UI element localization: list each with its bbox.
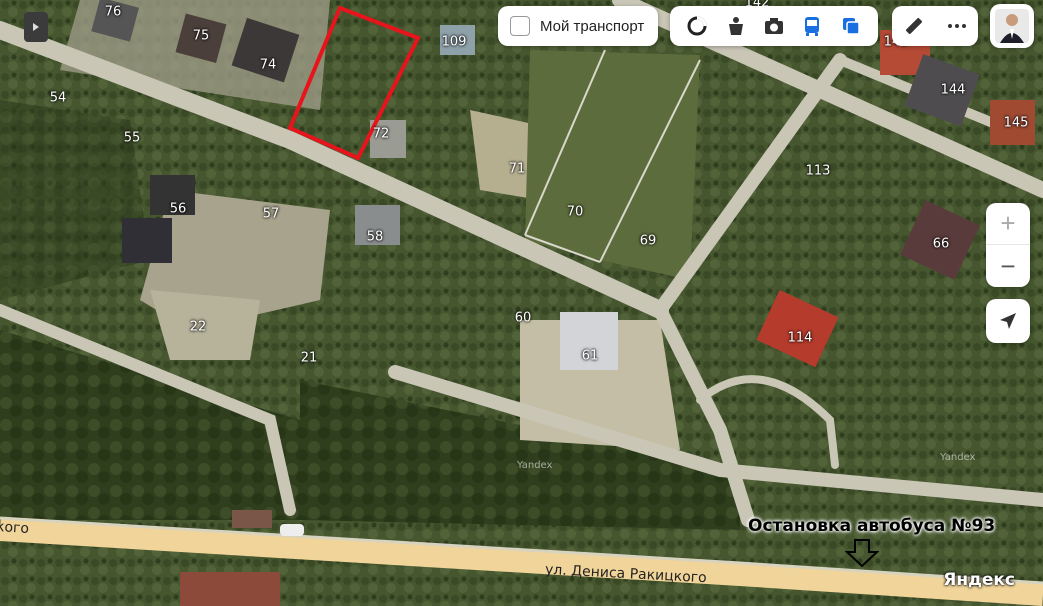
panel-toggle-icon <box>33 23 39 31</box>
yandex-logo: Яндекс <box>943 570 1015 590</box>
my-transport-checkbox[interactable] <box>510 16 530 36</box>
zoom-in-button[interactable]: + <box>986 203 1030 245</box>
zoom-control: + − <box>986 203 1030 287</box>
more-icon <box>947 24 966 28</box>
parcel-label-69: 69 <box>639 233 657 249</box>
arrow-down-icon <box>845 539 879 568</box>
parcel-label-114: 114 <box>787 330 813 346</box>
traffic-layer-button[interactable] <box>683 12 711 40</box>
parcel-label-70: 70 <box>566 204 584 220</box>
parcel-label-56: 56 <box>169 201 187 217</box>
bus-stop-annotation: Остановка автобуса №93 <box>748 516 996 536</box>
my-transport-toggle[interactable]: Мой транспорт <box>498 6 658 46</box>
user-avatar[interactable] <box>990 4 1034 48</box>
parcel-label-72: 72 <box>372 126 390 142</box>
my-transport-label: Мой транспорт <box>540 17 645 35</box>
locate-button[interactable] <box>986 299 1030 343</box>
parcel-label-74: 74 <box>259 57 277 73</box>
street-label-partial: кого <box>0 518 30 538</box>
map-canvas[interactable]: 76 75 74 109 142 143 144 145 54 55 72 71… <box>0 0 1043 606</box>
parcel-label-144: 144 <box>940 82 966 98</box>
photo-icon <box>764 18 783 34</box>
parcel-label-109: 109 <box>441 34 467 50</box>
transit-icon <box>805 17 820 36</box>
parcel-label-145: 145 <box>1003 115 1029 131</box>
layers-icon <box>842 18 860 35</box>
watermark: Yandex <box>940 452 976 463</box>
parcel-label-21: 21 <box>300 350 318 366</box>
parcel-label-61: 61 <box>581 348 599 364</box>
photo-button[interactable] <box>760 12 788 40</box>
layer-toolbar <box>670 6 878 46</box>
parcel-label-58: 58 <box>366 229 384 245</box>
parcel-label-22: 22 <box>189 319 207 335</box>
panorama-icon <box>728 17 743 35</box>
avatar-icon <box>995 9 1029 43</box>
layers-button[interactable] <box>837 12 865 40</box>
panorama-button[interactable] <box>722 12 750 40</box>
panel-toggle-button[interactable] <box>24 12 48 42</box>
parcel-label-54: 54 <box>49 90 67 106</box>
parcel-label-71: 71 <box>508 161 526 177</box>
zoom-out-button[interactable]: − <box>986 245 1030 287</box>
more-button[interactable] <box>943 12 971 40</box>
parcel-label-113: 113 <box>805 163 831 179</box>
parcel-label-57: 57 <box>262 206 280 222</box>
traffic-layer-icon <box>687 16 707 36</box>
locate-icon <box>1000 313 1016 329</box>
tools-toolbar <box>892 6 978 46</box>
ruler-button[interactable] <box>900 12 928 40</box>
transit-button[interactable] <box>798 12 826 40</box>
parcel-label-66: 66 <box>932 236 950 252</box>
ruler-icon <box>905 17 922 35</box>
parcel-label-55: 55 <box>123 130 141 146</box>
parcel-label-76: 76 <box>104 4 122 20</box>
parcel-label-75: 75 <box>192 28 210 44</box>
watermark: Yandex <box>517 460 553 471</box>
parcel-label-60: 60 <box>514 310 532 326</box>
